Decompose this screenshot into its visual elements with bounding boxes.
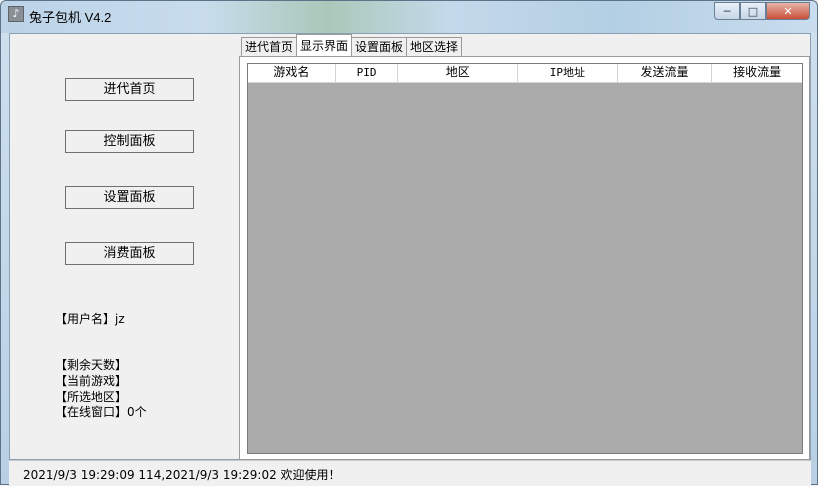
column-sent-traffic[interactable]: 发送流量 xyxy=(618,64,713,82)
minimize-icon: ─ xyxy=(723,4,731,18)
column-region[interactable]: 地区 xyxy=(398,64,519,82)
tab-display[interactable]: 显示界面 xyxy=(296,34,353,56)
current-game-label: 【当前游戏】 xyxy=(55,374,128,388)
tab-strip: 进代首页 显示界面 设置面板 地区选择 xyxy=(241,34,463,56)
app-window: ♪ 兔子包机 V4.2 ─ □ ✕ 进代首页 控制面板 设置面板 消费面板 【用… xyxy=(0,0,818,486)
column-received-traffic[interactable]: 接收流量 xyxy=(712,64,802,82)
column-game-name[interactable]: 游戏名 xyxy=(248,64,336,82)
selected-region-label: 【所选地区】 xyxy=(55,390,128,404)
minimize-button[interactable]: ─ xyxy=(714,2,740,20)
user-label: 【用户名】jz xyxy=(55,312,125,326)
home-button[interactable]: 进代首页 xyxy=(65,78,194,101)
client-area: 进代首页 控制面板 设置面板 消费面板 【用户名】jz 【剩余天数】 【当前游戏… xyxy=(9,33,811,460)
remaining-days-label: 【剩余天数】 xyxy=(55,358,128,372)
close-button[interactable]: ✕ xyxy=(766,2,810,20)
settings-panel-button[interactable]: 设置面板 xyxy=(65,186,194,209)
status-text: 2021/9/3 19:29:09 114,2021/9/3 19:29:02 … xyxy=(23,468,341,482)
window-controls: ─ □ ✕ xyxy=(714,2,810,21)
control-panel-button[interactable]: 控制面板 xyxy=(65,130,194,153)
consume-panel-button[interactable]: 消费面板 xyxy=(65,242,194,265)
tab-home[interactable]: 进代首页 xyxy=(241,37,298,56)
column-pid[interactable]: PID xyxy=(336,64,399,82)
list-header: 游戏名 PID 地区 IP地址 发送流量 接收流量 xyxy=(248,64,802,83)
window-title: 兔子包机 V4.2 xyxy=(29,10,112,25)
connection-list[interactable]: 游戏名 PID 地区 IP地址 发送流量 接收流量 xyxy=(247,63,803,454)
tab-region-select[interactable]: 地区选择 xyxy=(406,37,463,56)
maximize-button[interactable]: □ xyxy=(740,2,766,20)
close-icon: ✕ xyxy=(783,4,793,18)
title-bar[interactable]: ♪ 兔子包机 V4.2 ─ □ ✕ xyxy=(1,1,817,33)
tab-page-display: 游戏名 PID 地区 IP地址 发送流量 接收流量 xyxy=(239,56,810,460)
maximize-icon: □ xyxy=(747,4,759,18)
tab-settings[interactable]: 设置面板 xyxy=(351,37,408,56)
online-windows-label: 【在线窗口】0个 xyxy=(55,405,147,419)
app-icon: ♪ xyxy=(8,6,24,22)
status-bar: 2021/9/3 19:29:09 114,2021/9/3 19:29:02 … xyxy=(9,460,811,486)
column-ip-address[interactable]: IP地址 xyxy=(518,64,618,82)
